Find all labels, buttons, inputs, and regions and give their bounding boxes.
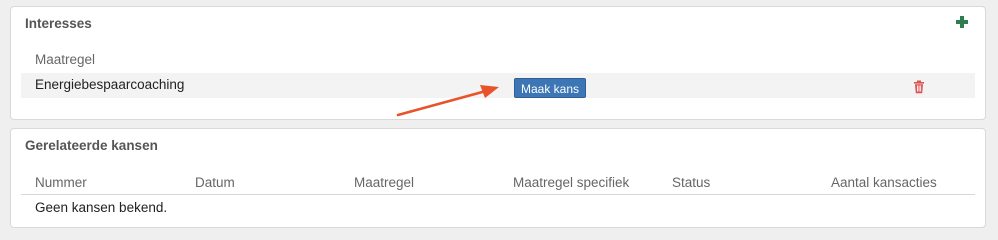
maak-kans-button[interactable]: Maak kans (514, 78, 587, 98)
column-header-datum: Datum (195, 175, 235, 190)
plus-icon[interactable] (955, 15, 969, 29)
kansen-title: Gerelateerde kansen (25, 138, 158, 153)
empty-state-text: Geen kansen bekend. (35, 200, 168, 215)
table-divider (21, 194, 975, 195)
interesses-panel: Interesses Maatregel Energiebespaarcoach… (10, 6, 986, 120)
column-header-status: Status (672, 175, 711, 190)
column-header-maatregel: Maatregel (354, 175, 415, 190)
column-header-aantal-kansacties: Aantal kansacties (831, 175, 937, 190)
row-maatregel: Energiebespaarcoaching (35, 77, 185, 92)
trash-icon[interactable] (913, 80, 925, 94)
interesses-title: Interesses (25, 16, 92, 31)
gerelateerde-kansen-panel: Gerelateerde kansen Nummer Datum Maatreg… (10, 128, 986, 228)
column-header-maatregel: Maatregel (35, 52, 96, 67)
column-header-nummer: Nummer (35, 175, 87, 190)
column-header-maatregel-specifiek: Maatregel specifiek (513, 175, 630, 190)
